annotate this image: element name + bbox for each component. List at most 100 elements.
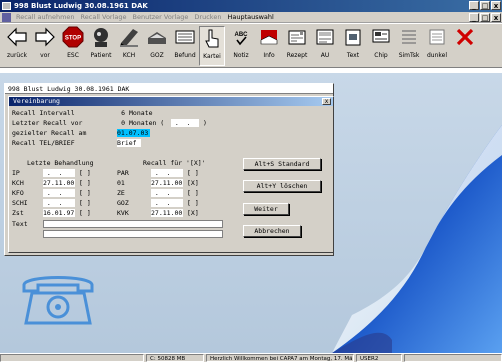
toolbar-simtsk-button[interactable]: SimTsk <box>396 26 422 66</box>
dialog-close-button[interactable]: x <box>322 98 331 105</box>
mdi-close-button[interactable]: x <box>491 13 501 22</box>
row-schi-label: SCHI <box>12 199 28 207</box>
toolbar-notiz-button[interactable]: ABC Notiz <box>228 26 254 66</box>
recall-for-header: Recall für '[X]' <box>143 159 206 167</box>
status-user: USER2 <box>356 354 402 362</box>
toolbar-befund-button[interactable]: Befund <box>172 26 198 66</box>
status-disk: C: 50828 MB <box>146 354 204 362</box>
row-01-checkbox[interactable]: [X] <box>187 179 199 187</box>
pen-icon <box>120 29 138 47</box>
mdi-minimize-button[interactable]: _ <box>469 13 479 22</box>
toolbar-patient-button[interactable]: Patient <box>88 26 114 66</box>
telephone-icon <box>22 276 94 325</box>
tel-brief-label: Recall TEL/BRIEF <box>12 139 75 147</box>
row-kfo-checkbox[interactable]: [ ] <box>79 189 91 197</box>
menu-benutzer-vorlage[interactable]: Benutzer Vorlage <box>130 12 192 23</box>
status-panel-empty <box>0 354 144 362</box>
row-goz-label: GOZ <box>117 199 129 207</box>
tel-brief-field[interactable]: Brief <box>117 139 141 147</box>
row-par-checkbox[interactable]: [ ] <box>187 169 199 177</box>
row-kch-checkbox[interactable]: [ ] <box>79 179 91 187</box>
toolbar-chip-button[interactable]: Chip <box>368 26 394 66</box>
toolbar-forward-button[interactable]: vor <box>32 26 58 66</box>
app-icon <box>2 2 11 10</box>
row-kfo-date-field[interactable]: . . <box>43 189 75 197</box>
text-input-line-2[interactable] <box>43 230 223 238</box>
red-x-icon <box>456 28 474 46</box>
menu-hauptauswahl[interactable]: Hauptauswahl <box>224 12 276 23</box>
delete-button[interactable]: Alt+Y löschen <box>243 180 321 192</box>
text-input-line-1[interactable] <box>43 220 223 228</box>
maximize-button[interactable]: □ <box>480 1 490 10</box>
recall-interval-unit: Monate <box>129 109 153 117</box>
menu-app-icon <box>2 12 11 22</box>
row-schi-checkbox[interactable]: [ ] <box>79 199 91 207</box>
toolbar-au-button[interactable]: AU <box>312 26 338 66</box>
row-zst-date-field[interactable]: 16.01.97 <box>43 209 75 217</box>
row-ip-checkbox[interactable]: [ ] <box>79 169 91 177</box>
target-recall-label: gezielter Recall am <box>12 129 87 137</box>
recall-dialog: Vereinbarung x Recall Intervall 6 Monate… <box>8 96 334 253</box>
last-treatment-header: Letzte Behandlung <box>27 159 94 167</box>
last-recall-field[interactable]: 0 <box>113 119 125 127</box>
next-button[interactable]: Weiter <box>243 203 289 215</box>
tray-icon <box>148 32 166 44</box>
toolbar-rezept-button[interactable]: Rezept <box>284 26 310 66</box>
row-par-date-field[interactable]: . . <box>151 169 183 177</box>
patient-head-icon <box>94 28 108 47</box>
row-schi-date-field[interactable]: . . <box>43 199 75 207</box>
row-ze-checkbox[interactable]: [ ] <box>187 189 199 197</box>
row-zst-label: Zst <box>12 209 24 217</box>
lines-icon <box>429 29 445 45</box>
chip-icon <box>372 29 390 43</box>
patient-window-title: 998 Blust Ludwig 30.08.1961 DAK <box>5 84 333 94</box>
dialog-title: Vereinbarung <box>9 97 333 106</box>
grid-icon <box>402 30 416 44</box>
toolbar-kch-button[interactable]: KCH <box>116 26 142 66</box>
toolbar-info-button[interactable]: Info <box>256 26 282 66</box>
menu-recall-aufnehmen[interactable]: Recall aufnehmen <box>13 12 78 23</box>
row-kch-date-field[interactable]: 27.11.00 <box>43 179 75 187</box>
last-recall-date-field[interactable]: . . <box>171 119 199 127</box>
row-goz-checkbox[interactable]: [ ] <box>187 199 199 207</box>
row-kvk-label: KVK <box>117 209 129 217</box>
toolbar-text-button[interactable]: Text <box>340 26 366 66</box>
cancel-button[interactable]: Abbrechen <box>243 225 301 237</box>
toolbar-goz-button[interactable]: GOZ <box>144 26 170 66</box>
arrow-left-icon <box>7 27 27 47</box>
text-label: Text <box>12 220 28 228</box>
recall-interval-field[interactable]: 6 <box>113 109 125 117</box>
row-zst-checkbox[interactable]: [ ] <box>79 209 91 217</box>
row-par-label: PAR <box>117 169 129 177</box>
toolbar-exit-button[interactable] <box>452 26 478 66</box>
menu-drucken[interactable]: Drucken <box>191 12 224 23</box>
standard-button[interactable]: Alt+S Standard <box>243 158 321 170</box>
toolbar-back-button[interactable]: zurück <box>4 26 30 66</box>
top-white-strip <box>0 69 502 73</box>
row-01-date-field[interactable]: 27.11.00 <box>151 179 183 187</box>
row-kvk-date-field[interactable]: 27.11.00 <box>151 209 183 217</box>
window-title-bar: 998 Blust Ludwig 30.08.1961 DAK _ □ x <box>0 0 502 12</box>
toolbar-kartei-button[interactable]: Kartei <box>199 26 225 66</box>
abc-icon: ABC <box>235 32 248 46</box>
status-welcome: Herzlich Willkommen bei CAPA7 am Montag,… <box>206 354 354 362</box>
mdi-controls: _ □ x <box>469 13 501 22</box>
window-controls: _ □ x <box>469 1 501 10</box>
row-ze-date-field[interactable]: . . <box>151 189 183 197</box>
row-kch-label: KCH <box>12 179 24 187</box>
row-ip-date-field[interactable]: . . <box>43 169 75 177</box>
toolbar-dunkel-button[interactable]: dunkel <box>424 26 450 66</box>
close-button[interactable]: x <box>491 1 501 10</box>
minimize-button[interactable]: _ <box>469 1 479 10</box>
menu-recall-vorlage[interactable]: Recall Vorlage <box>78 12 130 23</box>
window-title: 998 Blust Ludwig 30.08.1961 DAK <box>14 2 148 10</box>
last-recall-close-paren: ) <box>203 119 207 127</box>
target-recall-date-field[interactable]: 01.07.03 <box>117 129 150 137</box>
row-goz-date-field[interactable]: . . <box>151 199 183 207</box>
row-kvk-checkbox[interactable]: [X] <box>187 209 199 217</box>
stop-sign-icon: STOP <box>62 26 84 48</box>
last-recall-label: Letzter Recall vor <box>12 119 83 127</box>
mdi-maximize-button[interactable]: □ <box>480 13 490 22</box>
toolbar-esc-button[interactable]: STOP ESC <box>60 26 86 66</box>
page-curl-graphic <box>332 125 502 353</box>
